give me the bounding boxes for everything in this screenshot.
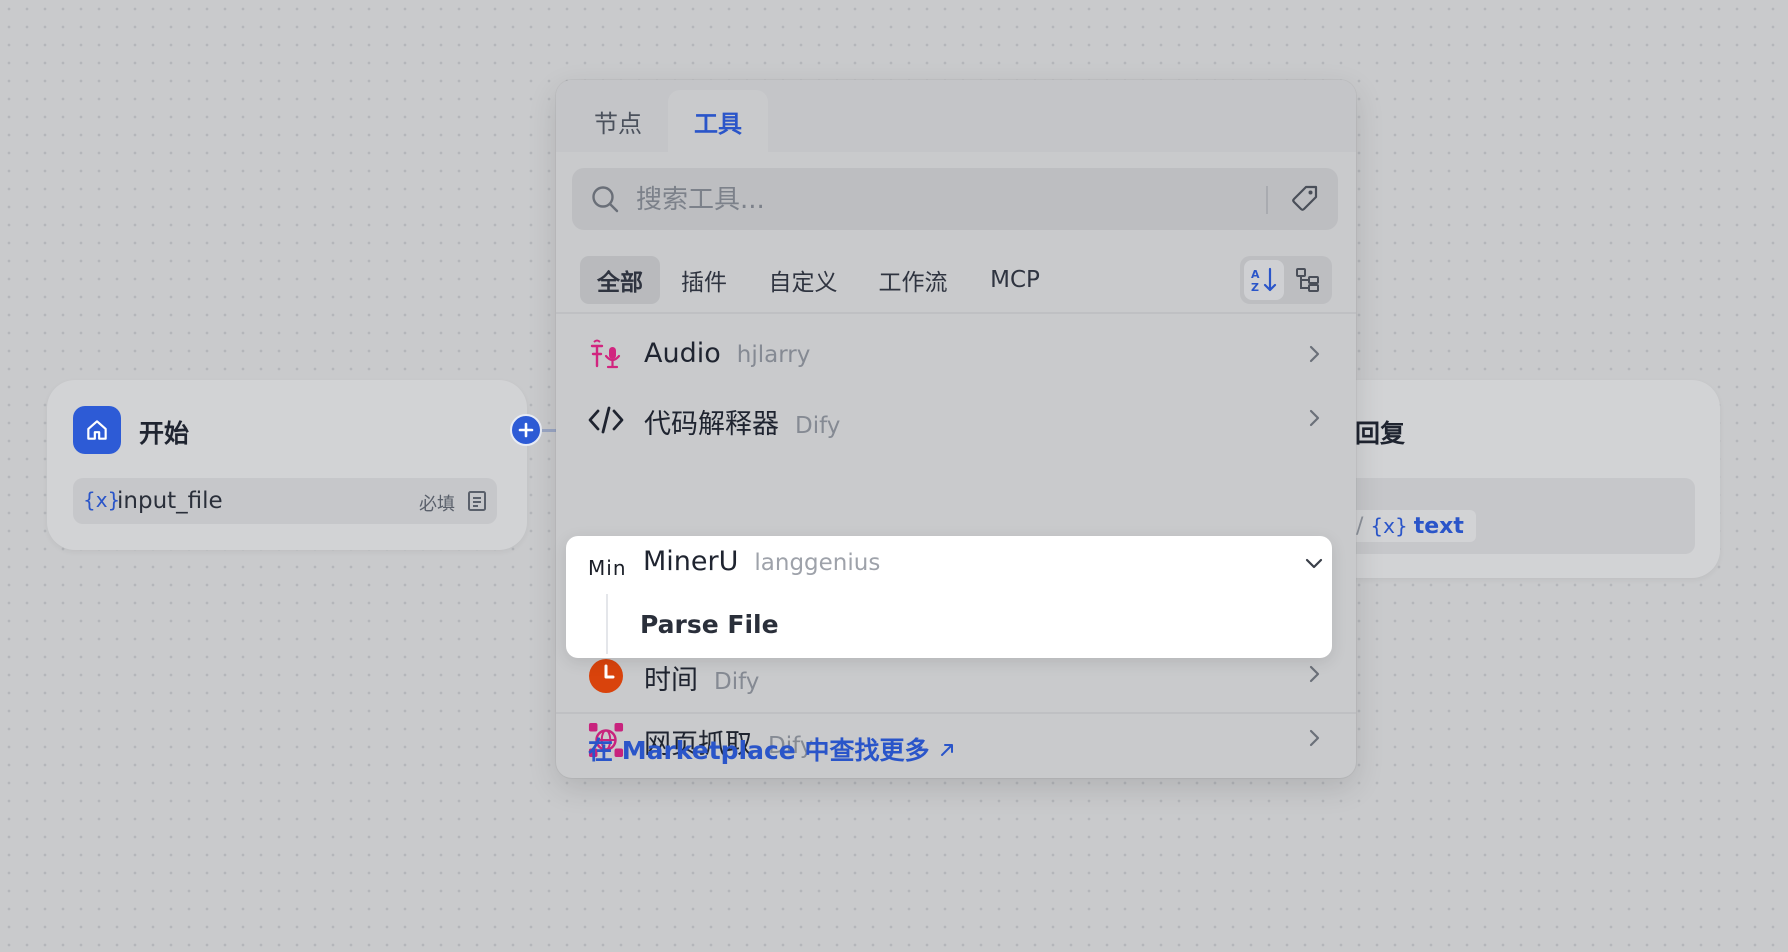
tool-name: MinerU langgenius [643, 546, 881, 577]
variable-icon: {x} [1370, 514, 1408, 538]
divider [556, 712, 1356, 714]
external-link-icon [939, 735, 955, 764]
tree-view-icon [1296, 268, 1319, 292]
tab-tools[interactable]: 工具 [668, 90, 768, 152]
plus-icon [518, 422, 534, 438]
chevron-right-icon [1308, 728, 1322, 752]
tree-line [606, 594, 608, 654]
chevron-right-icon [1308, 408, 1322, 432]
tool-row-code-interpreter[interactable]: 代码解释器 Dify [556, 386, 1356, 450]
filter-mcp[interactable]: MCP [972, 256, 1058, 304]
svg-text:A: A [1251, 268, 1260, 281]
required-badge: 必填 [419, 494, 455, 515]
variable-name: input_file [117, 488, 223, 514]
filter-all[interactable]: 全部 [580, 256, 660, 304]
clock-icon [588, 658, 624, 694]
code-icon [588, 402, 624, 438]
input-variable-row[interactable]: {x} input_file 必填 [73, 478, 497, 524]
variable-separator: / [1355, 513, 1364, 539]
variable-name: text [1413, 513, 1464, 539]
panel-tabs: 节点 工具 [556, 80, 1356, 152]
start-node-title: 开始 [139, 419, 190, 448]
tool-row-mineru-expanded[interactable]: Min MinerU langgenius Parse File [566, 536, 1332, 658]
reply-content-box[interactable]: M / {x} text [1330, 478, 1695, 554]
tool-name: 代码解释器 Dify [644, 409, 841, 440]
document-icon [467, 490, 487, 516]
audio-icon [588, 338, 624, 374]
connector-line [542, 429, 556, 432]
tool-author: hjlarry [736, 342, 811, 368]
filter-custom[interactable]: 自定义 [750, 256, 856, 304]
block-selector-panel: 节点 工具 全部 插件 自定义 工作流 MCP A Z [556, 80, 1356, 778]
search-box [572, 168, 1338, 230]
reply-node[interactable]: 接回复 M / {x} text [1330, 380, 1720, 578]
variable-icon: {x} [83, 488, 121, 512]
marketplace-link[interactable]: 在 Marketplace 中查找更多 [588, 731, 955, 767]
home-icon [73, 406, 121, 454]
tool-author: Dify [714, 669, 760, 695]
divider [556, 312, 1356, 314]
chevron-right-icon [1308, 664, 1322, 688]
filter-plugins[interactable]: 插件 [660, 256, 748, 304]
tool-action-parse-file[interactable]: Parse File [640, 610, 779, 639]
chevron-down-icon[interactable] [1304, 556, 1324, 575]
search-icon [590, 184, 620, 218]
tree-view-button[interactable] [1288, 260, 1328, 300]
add-node-button[interactable] [510, 414, 542, 446]
tool-author: Dify [795, 413, 841, 439]
chevron-right-icon [1308, 344, 1322, 368]
tag-icon[interactable] [1290, 184, 1320, 218]
tool-row-audio[interactable]: Audio hjlarry [556, 322, 1356, 386]
tool-author: langgenius [754, 550, 881, 576]
search-divider [1266, 186, 1268, 214]
tool-name: Audio hjlarry [644, 338, 811, 369]
filter-workflow[interactable]: 工作流 [860, 256, 966, 304]
start-node[interactable]: 开始 {x} input_file 必填 [47, 380, 527, 550]
mineru-logo: Min [588, 556, 627, 580]
svg-text:Z: Z [1251, 281, 1259, 294]
tab-nodes[interactable]: 节点 [568, 90, 668, 152]
tool-name: 时间 Dify [644, 665, 760, 696]
sort-az-icon: A Z [1251, 267, 1277, 294]
sort-az-button[interactable]: A Z [1244, 260, 1284, 300]
search-input[interactable] [634, 178, 1238, 222]
view-toggle: A Z [1240, 256, 1332, 304]
